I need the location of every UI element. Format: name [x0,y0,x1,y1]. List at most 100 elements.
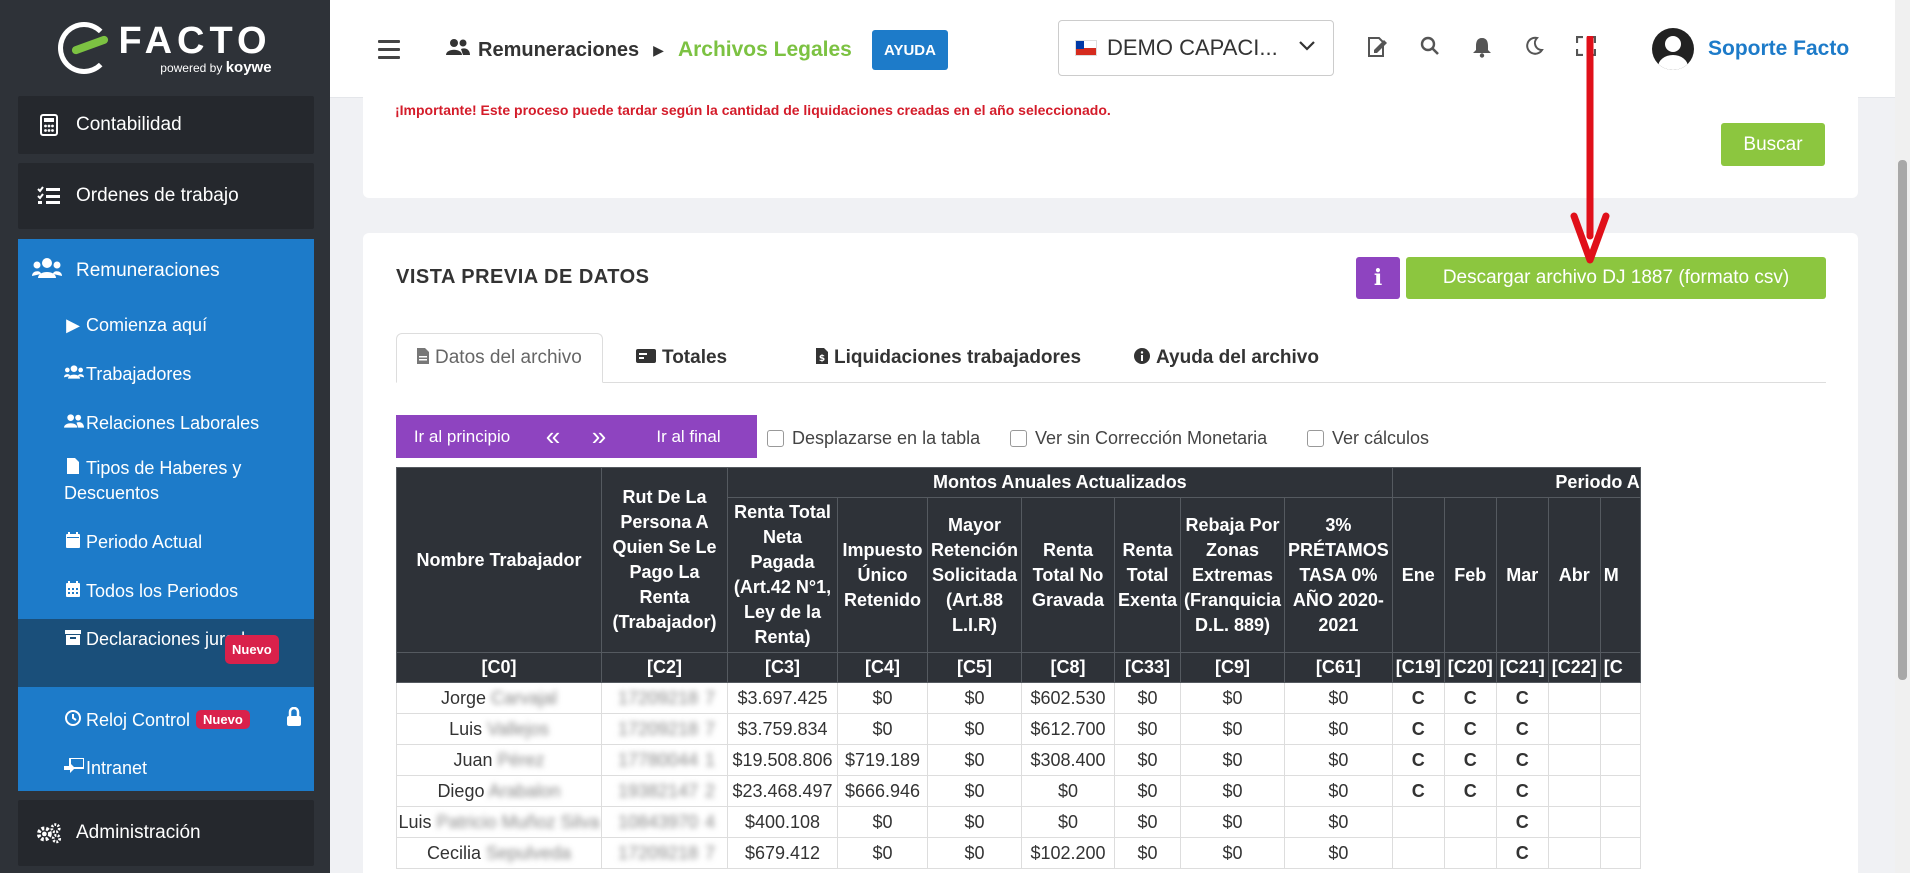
code-header: [C5] [927,652,1022,683]
cell-may [1599,775,1641,807]
col-header[interactable]: Abr [1547,497,1601,653]
cell-name: Luis Patricio Muñoz Silva [396,806,602,838]
cell-ene: C [1391,713,1445,745]
go-first-button[interactable]: Ir al principio [396,415,528,458]
tab-datos-archivo[interactable]: Datos del archivo [396,333,603,383]
svg-text:$: $ [819,354,825,364]
logo-word: FACTO [118,19,272,62]
scroll-table-checkbox[interactable]: Desplazarse en la tabla [767,428,980,449]
intranet-icon [64,756,85,781]
col-header[interactable]: Rut De La Persona A Quien Se Le Pago La … [601,467,728,653]
cell-mar: C [1495,682,1549,714]
prev-page-button[interactable]: « [528,415,578,458]
sidebar: FACTO powered by koywe Contabilidad Orde… [0,0,330,873]
data-table: Nombre Trabajador Rut De La Persona A Qu… [396,467,1641,869]
col-header[interactable]: Mayor Retención Solicitada (Art.88 L.I.R… [927,497,1022,653]
cell-ene: C [1391,775,1445,807]
col-header[interactable]: Renta Total No Gravada [1021,497,1115,653]
cell-name: Juan Pérez [396,744,602,776]
cell-abr [1547,806,1601,838]
tab-totales[interactable]: Totales [636,333,727,383]
code-header: [C21] [1495,652,1549,683]
cell-c9: $0 [1180,775,1286,807]
code-header: [C4] [837,652,928,683]
table-body: Jorge Carvajal 17209218 7 $3.697.425 $0 $0 $60… [396,682,1641,869]
money-bill-icon [636,348,656,368]
sidebar-subitem-periodo-actual[interactable]: Periodo Actual [18,524,314,562]
help-button[interactable]: AYUDA [872,30,948,70]
col-header[interactable]: 3% PRÉTAMOS TASA 0% AÑO 2020-2021 [1284,497,1393,653]
code-header: [C3] [727,652,838,683]
company-selector[interactable]: DEMO CAPACI... [1058,20,1334,76]
sidebar-subitem-todos-periodos[interactable]: Todos los Periodos [18,573,314,611]
download-csv-button[interactable]: Descargar archivo DJ 1887 (formato csv) [1406,257,1826,299]
breadcrumb: Remuneraciones ▶ Archivos Legales [446,38,852,62]
show-calculations-checkbox[interactable]: Ver cálculos [1307,428,1429,449]
cell-abr [1547,713,1601,745]
sidebar-subitem-comienza[interactable]: ▶ Comienza aquí [18,307,314,345]
code-header: [C61] [1284,652,1393,683]
cell-c61: $0 [1284,744,1393,776]
search-button[interactable]: Buscar [1721,123,1825,166]
sidebar-subitem-intranet[interactable]: Intranet [18,750,314,788]
cell-c61: $0 [1284,775,1393,807]
moon-icon[interactable] [1521,36,1547,62]
cell-c4: $0 [837,682,928,714]
page-scrollbar[interactable] [1895,0,1910,873]
sidebar-item-remuneraciones[interactable]: Remuneraciones [18,239,314,303]
cell-c8: $602.530 [1021,682,1115,714]
sidebar-item-ordenes[interactable]: Ordenes de trabajo [18,163,314,229]
tab-ayuda-archivo[interactable]: Ayuda del archivo [1134,333,1319,383]
breadcrumb-remuneraciones[interactable]: Remuneraciones [478,39,639,62]
cell-c33: $0 [1113,775,1182,807]
cell-name: Jorge Carvajal [396,682,602,714]
cell-c4: $0 [837,713,928,745]
col-header[interactable]: Ene [1391,497,1445,653]
lock-icon [286,706,302,734]
hamburger-menu-icon[interactable] [378,40,400,64]
cell-c33: $0 [1113,682,1182,714]
col-header[interactable]: Feb [1443,497,1497,653]
cell-c3: $3.759.834 [727,713,838,745]
task-list-icon [36,185,62,207]
sidebar-subitem-trabajadores[interactable]: Trabajadores [18,356,314,394]
facto-logo[interactable]: FACTO powered by koywe [0,0,330,96]
sidebar-item-contabilidad[interactable]: Contabilidad [18,96,314,154]
cell-c8: $0 [1021,806,1115,838]
no-correction-checkbox[interactable]: Ver sin Corrección Monetaria [1010,428,1267,449]
col-header[interactable]: Renta Total Neta Pagada (Art.42 N°1, Ley… [727,497,838,653]
bell-icon[interactable] [1469,36,1495,62]
calculator-icon [36,114,62,136]
next-page-button[interactable]: » [578,415,620,458]
sidebar-item-administracion[interactable]: Administración [18,800,314,866]
go-last-button[interactable]: Ir al final [620,415,757,458]
sidebar-subitem-relaciones[interactable]: Relaciones Laborales [18,405,314,443]
tab-liquidaciones[interactable]: $ Liquidaciones trabajadores [816,333,1081,383]
tab-bar: Datos del archivo Totales $ Liquidacione… [396,333,1826,383]
cell-c33: $0 [1113,744,1182,776]
username[interactable]: Soporte Facto [1708,37,1849,61]
cell-c61: $0 [1284,806,1393,838]
search-icon[interactable] [1417,36,1443,62]
cell-c3: $679.412 [727,837,838,869]
col-header[interactable]: Rebaja Por Zonas Extremas (Franquicia D.… [1180,497,1286,653]
cell-c9: $0 [1180,837,1286,869]
col-header[interactable]: Mar [1495,497,1549,653]
sidebar-subitem-reloj[interactable]: Reloj Control Nuevo [18,701,314,739]
chile-flag-icon [1075,40,1097,56]
info-button[interactable]: i [1356,257,1400,299]
cell-may [1599,744,1641,776]
col-header[interactable]: Renta Total Exenta [1113,497,1182,653]
scrollbar-thumb[interactable] [1898,160,1907,680]
cell-abr [1547,837,1601,869]
table-row: Cecilia Sepulveda 17209218 7 $679.412 $0 $0 $1… [396,837,1641,869]
sidebar-subitem-tipos[interactable]: Tipos de Haberes y Descuentos [18,452,314,508]
new-badge: Nuevo [225,635,279,664]
col-header[interactable]: Nombre Trabajador [396,467,602,653]
edit-document-icon[interactable] [1365,36,1391,62]
avatar[interactable] [1652,28,1694,70]
cell-c4: $0 [837,837,928,869]
col-header[interactable]: M [1599,497,1641,653]
col-header[interactable]: Impuesto Único Retenido [837,497,928,653]
sidebar-subitem-declaraciones[interactable]: Declaraciones juradas Nuevo [18,619,314,687]
